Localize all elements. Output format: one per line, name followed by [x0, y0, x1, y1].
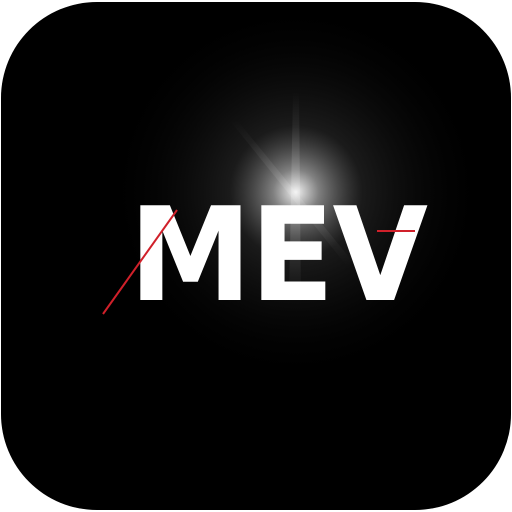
app-icon[interactable]: MEV — [1, 2, 511, 510]
wordmark: MEV — [129, 179, 428, 331]
